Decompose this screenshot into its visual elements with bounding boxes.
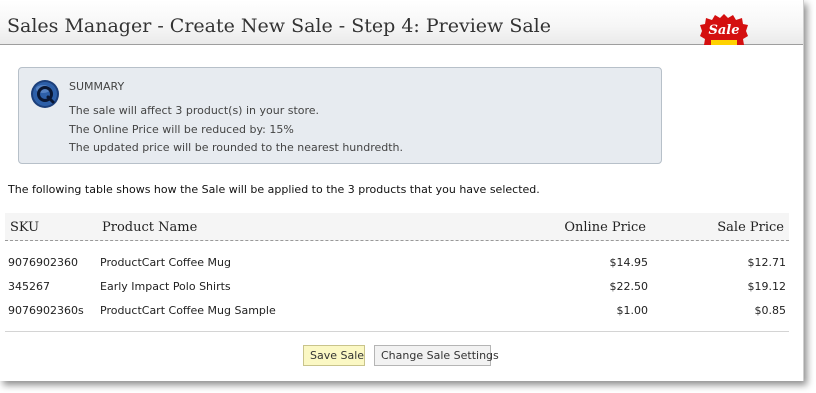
summary-box: SUMMARY The sale will affect 3 product(s… (18, 67, 662, 164)
cell-sale-price: $0.85 (754, 304, 787, 317)
cell-online-price: $22.50 (609, 280, 649, 293)
summary-heading: SUMMARY (69, 80, 125, 93)
sale-badge-text: Sale (708, 23, 739, 38)
summary-line: The sale will affect 3 product(s) in you… (69, 104, 320, 117)
summary-line: The Online Price will be reduced by: 15% (69, 123, 294, 136)
column-header-online-price: Online Price (564, 220, 646, 235)
table-row: 9076902360s ProductCart Coffee Mug Sampl… (5, 301, 789, 321)
summary-line: The updated price will be rounded to the… (69, 141, 404, 154)
column-header-sale-price: Sale Price (717, 220, 784, 235)
sale-badge-icon: Sale (700, 13, 748, 45)
cell-sale-price: $19.12 (747, 280, 787, 293)
cell-online-price: $1.00 (616, 304, 649, 317)
table-row: 345267 Early Impact Polo Shirts $22.50 $… (5, 277, 789, 297)
page-header: Sales Manager - Create New Sale - Step 4… (0, 0, 803, 45)
cell-product-name: ProductCart Coffee Mug Sample (100, 304, 276, 317)
info-icon (31, 80, 59, 108)
window-frame: Sales Manager - Create New Sale - Step 4… (0, 0, 804, 381)
table-row: 9076902360 ProductCart Coffee Mug $14.95… (5, 253, 789, 273)
cell-sale-price: $12.71 (747, 256, 787, 269)
divider (5, 331, 789, 332)
cell-sku: 345267 (8, 280, 50, 293)
page-title: Sales Manager - Create New Sale - Step 4… (7, 15, 551, 37)
change-sale-settings-button[interactable]: Change Sale Settings (374, 345, 499, 366)
table-header: SKU Product Name Online Price Sale Price (5, 213, 789, 241)
cell-online-price: $14.95 (609, 256, 649, 269)
cell-product-name: Early Impact Polo Shirts (100, 280, 231, 293)
column-header-product-name: Product Name (102, 220, 198, 235)
cell-sku: 9076902360s (8, 304, 84, 317)
cell-sku: 9076902360 (8, 256, 78, 269)
intro-text: The following table shows how the Sale w… (8, 183, 540, 196)
column-header-sku: SKU (10, 220, 40, 235)
save-sale-button[interactable]: Save Sale (303, 345, 365, 366)
cell-product-name: ProductCart Coffee Mug (100, 256, 231, 269)
